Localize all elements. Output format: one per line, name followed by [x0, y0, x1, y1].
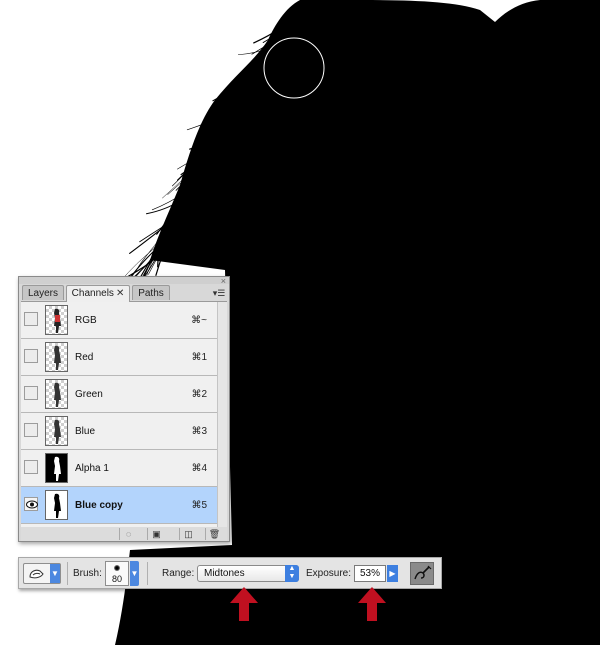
- airbrush-icon: [414, 565, 432, 580]
- tool-options-bar: ▼ Brush: 80 ▼ Range: Midtones ▲ ▼ Exposur…: [18, 557, 442, 589]
- save-selection-icon[interactable]: ▣: [147, 528, 165, 540]
- divider: [67, 562, 68, 585]
- channel-row-green[interactable]: Green ⌘2: [21, 376, 217, 413]
- visibility-toggle[interactable]: [24, 312, 38, 326]
- visibility-toggle[interactable]: [24, 423, 38, 437]
- channel-thumbnail: [45, 379, 68, 409]
- trash-icon[interactable]: 🗑: [205, 528, 223, 540]
- channel-row-alpha-1[interactable]: Alpha 1 ⌘4: [21, 450, 217, 487]
- eye-icon: [26, 500, 38, 509]
- panel-scrollbar[interactable]: [217, 302, 227, 527]
- panel-title-bar[interactable]: ×: [19, 277, 229, 286]
- tab-close-icon[interactable]: ✕: [116, 288, 124, 299]
- channel-shortcut: ⌘~: [191, 315, 207, 326]
- tab-layers[interactable]: Layers: [22, 285, 64, 300]
- range-label: Range:: [162, 568, 195, 579]
- updown-arrows-icon: ▲ ▼: [285, 565, 299, 582]
- airbrush-toggle[interactable]: [410, 562, 434, 585]
- channel-row-rgb[interactable]: RGB ⌘~: [21, 302, 217, 339]
- channel-shortcut: ⌘3: [191, 426, 207, 437]
- range-value: Midtones: [204, 568, 245, 579]
- exposure-slider-arrow[interactable]: ▶: [387, 565, 398, 582]
- tab-channels[interactable]: Channels ✕: [66, 285, 130, 302]
- chevron-down-icon[interactable]: ▼: [50, 564, 60, 583]
- new-channel-icon[interactable]: ◫: [179, 528, 197, 540]
- channel-name: Blue copy: [75, 500, 123, 511]
- visibility-toggle[interactable]: [24, 386, 38, 400]
- channel-name: RGB: [75, 315, 97, 326]
- channel-thumbnail: [45, 416, 68, 446]
- brush-tip-icon: [114, 565, 120, 571]
- brush-size: 80: [111, 574, 122, 584]
- exposure-input[interactable]: 53%: [354, 565, 386, 582]
- channel-shortcut: ⌘4: [191, 463, 207, 474]
- channel-list: RGB ⌘~ Red ⌘1 Green ⌘2 Blue ⌘3 Alpha 1 ⌘…: [21, 301, 227, 527]
- channel-name: Blue: [75, 426, 96, 437]
- channel-name: Green: [75, 389, 103, 400]
- channel-name: Red: [75, 352, 94, 363]
- load-selection-icon[interactable]: ◌: [119, 528, 137, 540]
- channel-thumbnail: [45, 453, 68, 483]
- brush-picker[interactable]: 80: [105, 561, 129, 586]
- panel-footer: ◌ ▣ ◫ 🗑: [21, 527, 227, 541]
- channel-thumbnail: [45, 342, 68, 372]
- visibility-toggle[interactable]: [24, 460, 38, 474]
- panel-menu-icon[interactable]: ▾☰: [212, 287, 226, 299]
- channel-shortcut: ⌘2: [191, 389, 207, 400]
- tab-paths[interactable]: Paths: [132, 285, 170, 300]
- range-select[interactable]: Midtones ▲ ▼: [197, 565, 299, 582]
- dodge-tool-icon: [29, 569, 44, 579]
- exposure-label: Exposure:: [306, 568, 352, 579]
- brush-dropdown-arrow[interactable]: ▼: [130, 561, 139, 586]
- channel-row-blue[interactable]: Blue ⌘3: [21, 413, 217, 450]
- tab-label: Channels: [71, 288, 114, 299]
- channel-thumbnail: [45, 490, 68, 520]
- tab-label: Layers: [27, 288, 58, 299]
- channels-panel: × Layers Channels ✕ Paths ▾☰ RGB ⌘~ Red ⌘…: [18, 276, 230, 542]
- channel-shortcut: ⌘5: [191, 500, 207, 511]
- visibility-toggle[interactable]: [24, 497, 38, 511]
- annotation-arrow-exposure: [358, 587, 386, 621]
- visibility-toggle[interactable]: [24, 349, 38, 363]
- channel-thumbnail: [45, 305, 68, 335]
- channel-shortcut: ⌘1: [191, 352, 207, 363]
- divider: [147, 562, 148, 585]
- panel-close-icon[interactable]: ×: [221, 277, 226, 286]
- tab-label: Paths: [138, 288, 164, 299]
- tool-preset-picker[interactable]: ▼: [23, 563, 61, 584]
- annotation-arrow-range: [230, 587, 258, 621]
- channel-row-blue-copy[interactable]: Blue copy ⌘5: [21, 487, 217, 524]
- channel-row-red[interactable]: Red ⌘1: [21, 339, 217, 376]
- brush-label: Brush:: [73, 568, 102, 579]
- channel-name: Alpha 1: [75, 463, 109, 474]
